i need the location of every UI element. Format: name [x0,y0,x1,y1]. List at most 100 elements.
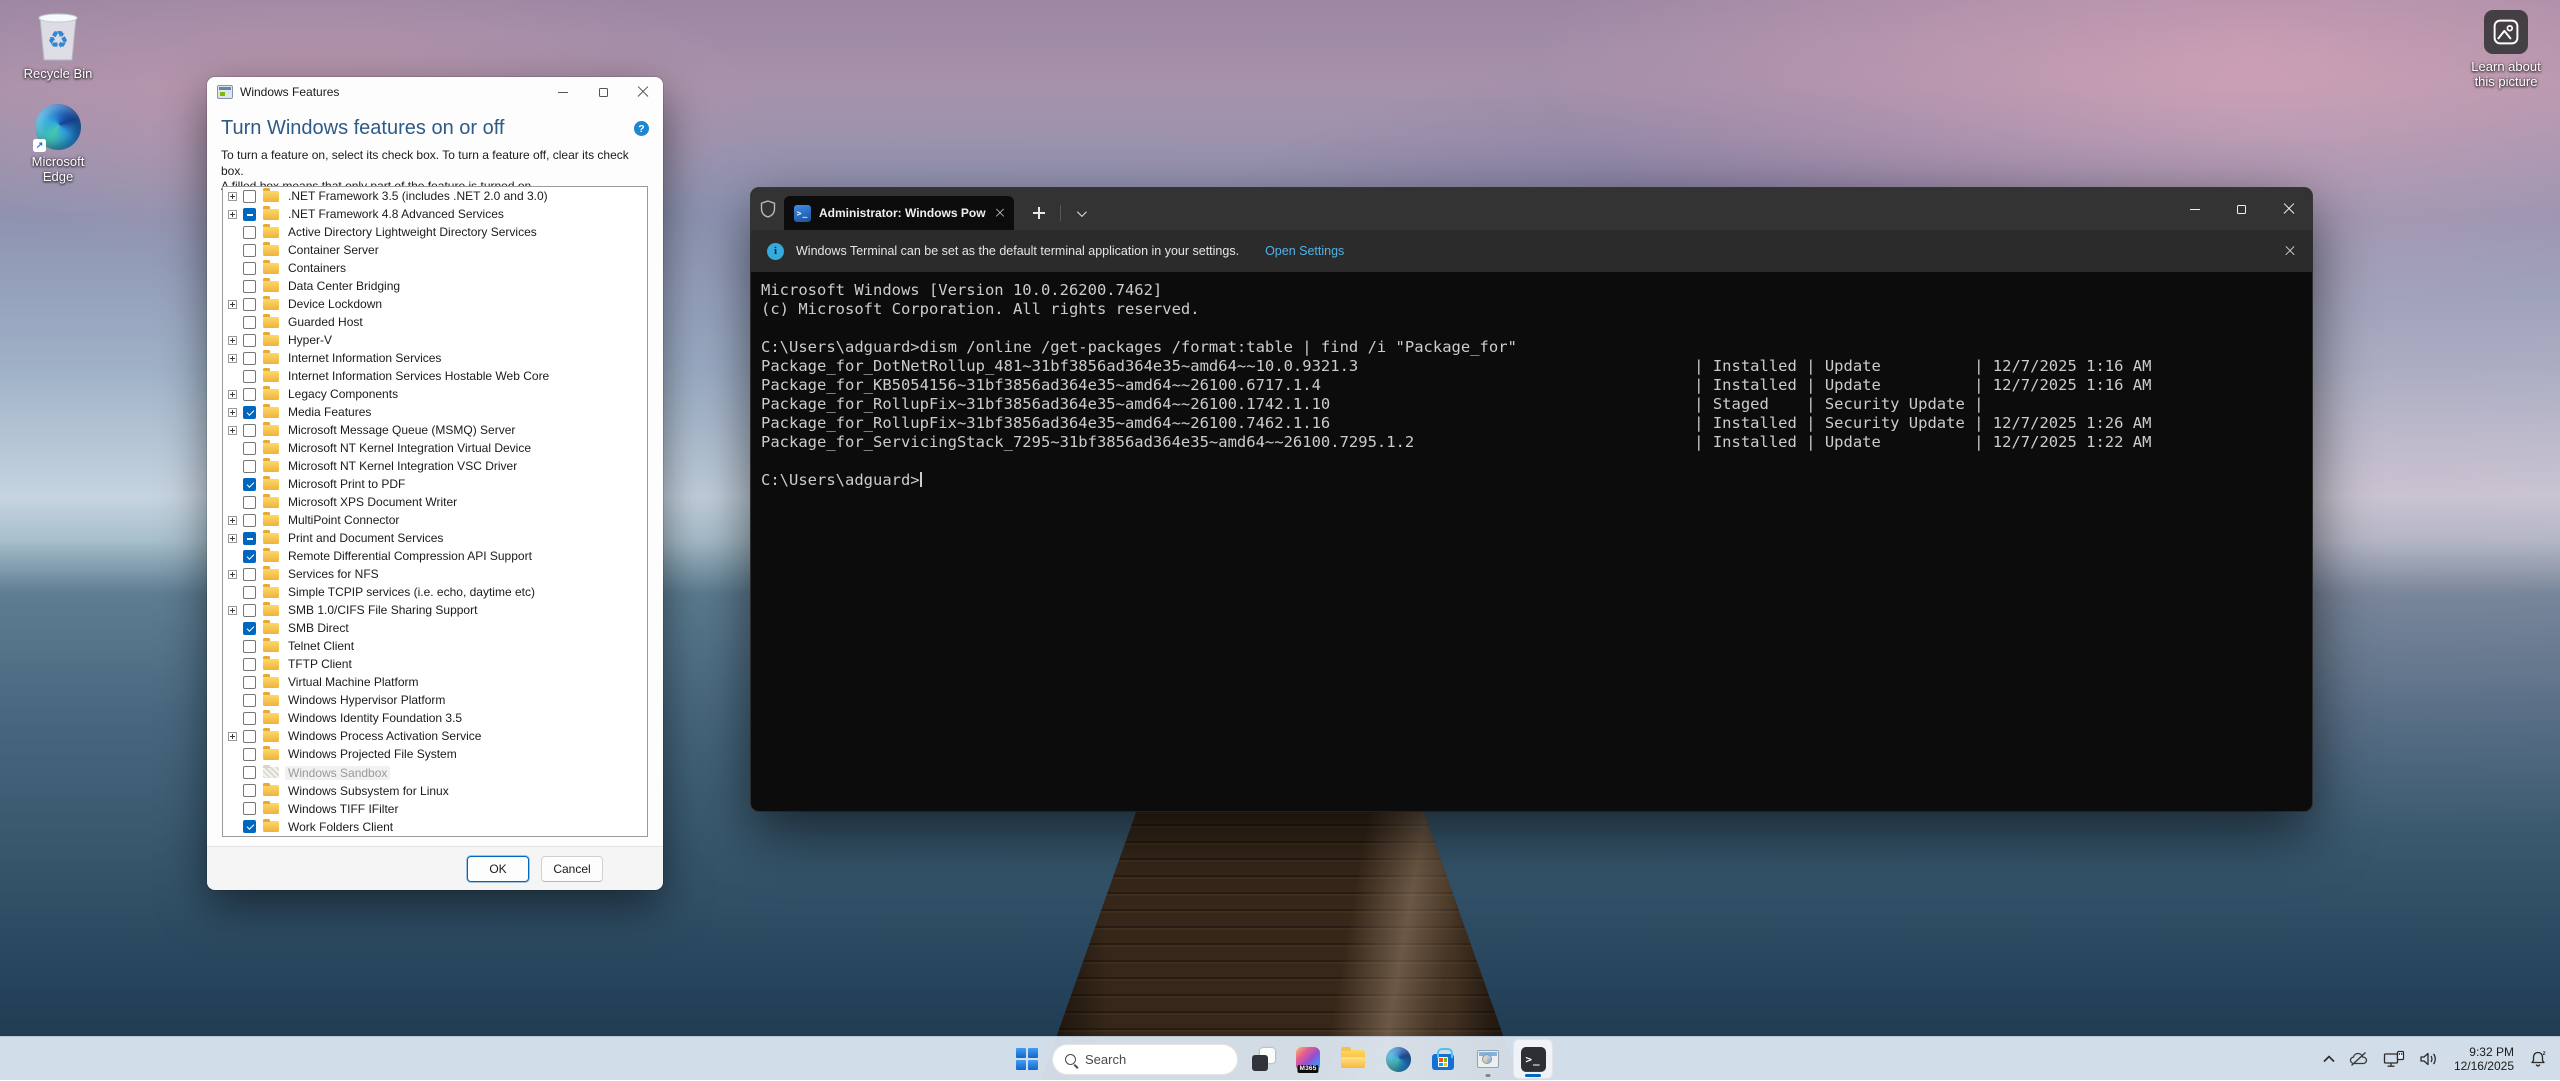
start-button[interactable] [1007,1039,1047,1079]
expand-plus-icon[interactable] [228,390,237,399]
recycle-bin-icon[interactable]: ♻ Recycle Bin [16,8,100,81]
feature-row[interactable]: Virtual Machine Platform [223,673,647,691]
expand-plus-icon[interactable] [228,192,237,201]
feature-checkbox[interactable] [243,820,256,833]
feature-row[interactable]: Windows Subsystem for Linux [223,782,647,800]
feature-checkbox[interactable] [243,766,256,779]
feature-row[interactable]: Print and Document Services [223,529,647,547]
feature-row[interactable]: .NET Framework 3.5 (includes .NET 2.0 an… [223,187,647,205]
feature-row[interactable]: Work Folders Client [223,818,647,836]
feature-checkbox[interactable] [243,730,256,743]
dialog-titlebar[interactable]: Windows Features [207,77,663,107]
feature-checkbox[interactable] [243,316,256,329]
expand-plus-icon[interactable] [228,426,237,435]
feature-row[interactable]: Windows TIFF IFilter [223,800,647,818]
feature-row[interactable]: Data Center Bridging [223,277,647,295]
feature-checkbox[interactable] [243,334,256,347]
feature-checkbox[interactable] [243,514,256,527]
feature-row[interactable]: Internet Information Services [223,349,647,367]
taskbar-search[interactable]: Search [1052,1044,1238,1075]
feature-checkbox[interactable] [243,424,256,437]
terminal-tabbar[interactable]: Administrator: Windows Pow [751,188,2312,230]
volume-tray-button[interactable] [2414,1041,2444,1077]
expand-plus-icon[interactable] [228,516,237,525]
feature-checkbox[interactable] [243,442,256,455]
copilot-button[interactable]: M365 [1288,1039,1328,1079]
feature-row[interactable]: SMB Direct [223,619,647,637]
features-tree[interactable]: .NET Framework 3.5 (includes .NET 2.0 an… [222,186,648,837]
feature-checkbox[interactable] [243,550,256,563]
feature-row[interactable]: Services for NFS [223,565,647,583]
banner-close-icon[interactable] [2285,246,2295,256]
feature-row[interactable]: Simple TCPIP services (i.e. echo, daytim… [223,583,647,601]
feature-checkbox[interactable] [243,586,256,599]
feature-row[interactable]: Legacy Components [223,385,647,403]
feature-checkbox[interactable] [243,262,256,275]
feature-row[interactable]: Microsoft NT Kernel Integration Virtual … [223,439,647,457]
expand-plus-icon[interactable] [228,732,237,741]
terminal-minimize-button[interactable] [2171,188,2218,230]
feature-checkbox[interactable] [243,388,256,401]
feature-row[interactable]: Hyper-V [223,331,647,349]
feature-row[interactable]: Remote Differential Compression API Supp… [223,547,647,565]
help-icon[interactable]: ? [634,121,649,136]
feature-row[interactable]: Telnet Client [223,637,647,655]
feature-checkbox[interactable] [243,658,256,671]
feature-checkbox[interactable] [243,226,256,239]
terminal-maximize-button[interactable] [2218,188,2265,230]
dialog-maximize-button[interactable] [583,77,623,107]
feature-row[interactable]: Active Directory Lightweight Directory S… [223,223,647,241]
feature-checkbox[interactable] [243,496,256,509]
feature-checkbox[interactable] [243,190,256,203]
feature-checkbox[interactable] [243,532,256,545]
expand-plus-icon[interactable] [228,210,237,219]
feature-row[interactable]: .NET Framework 4.8 Advanced Services [223,205,647,223]
feature-row[interactable]: Guarded Host [223,313,647,331]
feature-row[interactable]: TFTP Client [223,655,647,673]
expand-plus-icon[interactable] [228,534,237,543]
dialog-minimize-button[interactable] [543,77,583,107]
open-settings-link[interactable]: Open Settings [1265,244,1344,258]
feature-row[interactable]: Windows Identity Foundation 3.5 [223,709,647,727]
tray-clock[interactable]: 9:32 PM 12/16/2025 [2448,1045,2520,1073]
cancel-button[interactable]: Cancel [541,856,603,882]
feature-checkbox[interactable] [243,370,256,383]
feature-checkbox[interactable] [243,676,256,689]
feature-row[interactable]: SMB 1.0/CIFS File Sharing Support [223,601,647,619]
feature-checkbox[interactable] [243,460,256,473]
windows-features-taskbar-button[interactable] [1468,1039,1508,1079]
feature-row[interactable]: Windows Sandbox [223,764,647,782]
feature-checkbox[interactable] [243,280,256,293]
feature-checkbox[interactable] [243,694,256,707]
edge-button[interactable] [1378,1039,1418,1079]
feature-checkbox[interactable] [243,604,256,617]
file-explorer-button[interactable] [1333,1039,1373,1079]
feature-checkbox[interactable] [243,478,256,491]
microsoft-store-button[interactable] [1423,1039,1463,1079]
feature-checkbox[interactable] [243,244,256,257]
expand-plus-icon[interactable] [228,354,237,363]
terminal-tab[interactable]: Administrator: Windows Pow [784,196,1014,230]
ok-button[interactable]: OK [467,856,529,882]
terminal-taskbar-button[interactable] [1513,1039,1553,1079]
expand-plus-icon[interactable] [228,300,237,309]
terminal-content[interactable]: Microsoft Windows [Version 10.0.26200.74… [751,272,2312,499]
feature-row[interactable]: Microsoft Message Queue (MSMQ) Server [223,421,647,439]
tab-close-icon[interactable] [996,209,1005,218]
tab-dropdown-button[interactable] [1065,196,1095,230]
network-tray-button[interactable] [2378,1041,2410,1077]
feature-row[interactable]: MultiPoint Connector [223,511,647,529]
feature-checkbox[interactable] [243,748,256,761]
feature-row[interactable]: Microsoft Print to PDF [223,475,647,493]
new-tab-button[interactable] [1022,196,1056,230]
terminal-close-button[interactable] [2265,188,2312,230]
notification-bell-button[interactable]: z [2524,1041,2552,1077]
feature-checkbox[interactable] [243,712,256,725]
feature-row[interactable]: Internet Information Services Hostable W… [223,367,647,385]
feature-checkbox[interactable] [243,784,256,797]
feature-checkbox[interactable] [243,640,256,653]
feature-row[interactable]: Containers [223,259,647,277]
dialog-close-button[interactable] [623,77,663,107]
feature-row[interactable]: Device Lockdown [223,295,647,313]
expand-plus-icon[interactable] [228,606,237,615]
